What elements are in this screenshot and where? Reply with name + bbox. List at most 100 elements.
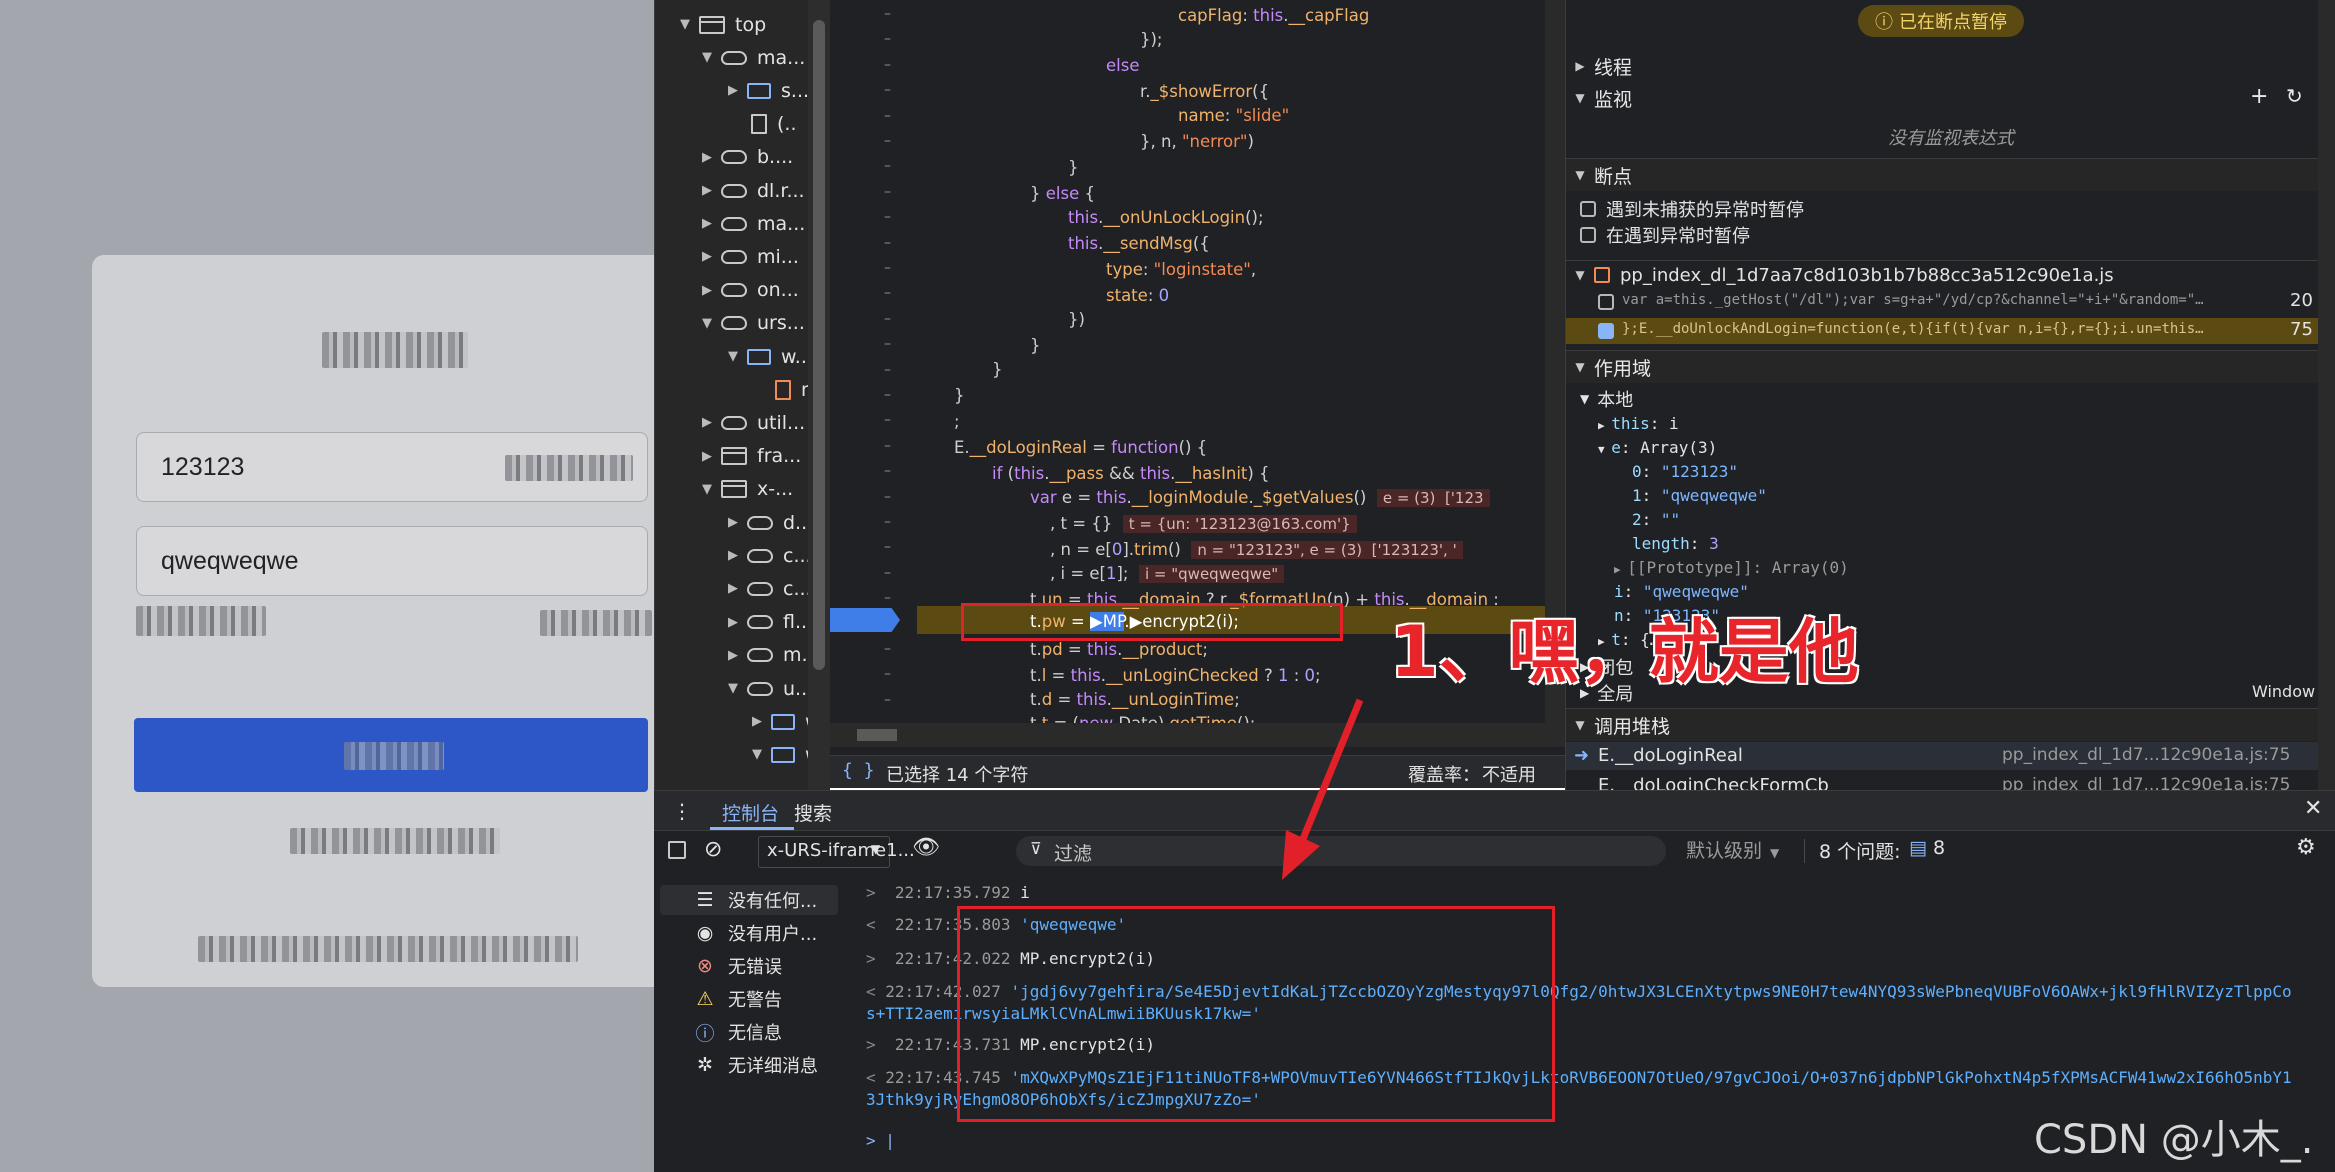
sidebar-item-messages[interactable]: ☰ 没有任何... <box>694 885 817 915</box>
sidebar-item-user-messages[interactable]: ◉ 没有用户... <box>694 918 817 948</box>
tree-node[interactable]: ▼ x-... <box>701 473 793 506</box>
sidebar-toggle-icon[interactable] <box>668 841 686 859</box>
chevron-down-icon[interactable]: ▼ <box>679 17 691 32</box>
chevron-down-icon[interactable]: ▼ <box>701 316 713 331</box>
tree-node[interactable]: (.. <box>727 108 797 141</box>
chevron-right-icon[interactable]: ▶ <box>727 83 739 98</box>
tree-node[interactable]: n <box>751 373 809 406</box>
tree-node[interactable]: ▶ ma... <box>701 207 805 240</box>
tree-node[interactable]: ▶ s... <box>727 74 809 107</box>
chevron-right-icon[interactable]: ▶ <box>701 283 713 298</box>
call-stack-section[interactable]: ▼ 调用堆栈 <box>1566 708 2335 741</box>
login-button[interactable] <box>134 718 648 792</box>
tree-node[interactable]: ▶ m... <box>727 639 809 672</box>
line-marker[interactable]: – <box>884 590 891 606</box>
watch-section[interactable]: ▼ 监视 + ↻ <box>1566 82 2335 114</box>
chevron-down-icon[interactable]: ▼ <box>701 482 713 497</box>
sidebar-item-verbose[interactable]: ✲ 无详细消息 <box>694 1050 818 1080</box>
chevron-right-icon[interactable]: ▶ <box>701 216 713 231</box>
context-selector[interactable]: x-URS-iframe1... ▼ <box>758 836 915 868</box>
line-marker[interactable]: – <box>884 336 891 352</box>
line-marker[interactable]: – <box>884 311 891 327</box>
breakpoints-section[interactable]: ▼ 断点 <box>1566 158 2335 191</box>
username-field[interactable]: 123123 <box>136 432 648 502</box>
pretty-print-icon[interactable]: { } <box>842 760 875 781</box>
line-marker[interactable]: – <box>884 57 891 73</box>
breakpoint-item-2[interactable]: };E.__doUnlockAndLogin=function(e,t){if(… <box>1566 318 2335 344</box>
chevron-right-icon[interactable]: ▶ <box>727 648 739 663</box>
tree-node[interactable]: ▼ w... <box>727 340 809 373</box>
tree-node[interactable]: ▶ c... <box>727 572 809 605</box>
tree-node[interactable]: ▶ util... <box>701 406 805 439</box>
line-marker[interactable]: – <box>884 362 891 378</box>
line-marker[interactable]: – <box>884 565 891 581</box>
tree-node[interactable]: ▶w <box>751 705 809 738</box>
scope-e-prototype[interactable]: ▶ [[Prototype]]: Array(0) <box>1614 558 1849 577</box>
tree-node[interactable]: ▶ on... <box>701 274 799 307</box>
pause-caught-option[interactable]: 在遇到异常时暂停 <box>1580 222 1750 248</box>
line-marker[interactable]: – <box>884 260 891 276</box>
file-tree-scrollbar[interactable] <box>808 0 830 790</box>
call-stack-frame-2[interactable]: E.__doLoginCheckFormCb pp_index_dl_1d7..… <box>1566 772 2335 790</box>
chevron-right-icon[interactable]: ▶ <box>727 515 739 530</box>
line-marker[interactable]: – <box>884 6 891 22</box>
log-level-dropdown[interactable]: 默认级别 ▼ <box>1686 836 1779 863</box>
tree-node[interactable]: ▶ b.... <box>701 141 793 174</box>
breakpoint-item-1[interactable]: var a=this._getHost("/dl");var s=g+a+"/y… <box>1566 290 2335 314</box>
tree-node[interactable]: ▶ c... <box>727 539 809 572</box>
line-marker[interactable]: – <box>884 438 891 454</box>
scope-local[interactable]: ▼ 本地 <box>1580 386 1633 412</box>
chevron-right-icon[interactable]: ▶ <box>727 615 739 630</box>
scope-this[interactable]: ▶ this: i <box>1598 414 1679 433</box>
editor-horizontal-scrollbar[interactable] <box>830 723 1565 747</box>
chevron-right-icon[interactable]: ▶ <box>701 183 713 198</box>
chevron-down-icon[interactable]: ▼ <box>701 50 713 65</box>
breakpoint-2-checkbox[interactable] <box>1598 323 1614 339</box>
drawer-menu-icon[interactable]: ⋮ <box>672 799 692 823</box>
settings-gear-icon[interactable]: ⚙ <box>2296 835 2316 860</box>
chevron-down-icon[interactable]: ▼ <box>727 349 739 364</box>
line-marker[interactable]: – <box>884 641 891 657</box>
pause-uncaught-option[interactable]: 遇到未捕获的异常时暂停 <box>1580 196 1804 222</box>
chevron-right-icon[interactable]: ▶ <box>701 150 713 165</box>
line-marker[interactable]: – <box>884 158 891 174</box>
threads-section[interactable]: ▶ 线程 <box>1566 50 2335 82</box>
add-watch-icon[interactable]: + <box>2250 84 2268 109</box>
chevron-down-icon[interactable]: ▼ <box>727 681 739 696</box>
refresh-icon[interactable]: ↻ <box>2286 84 2303 108</box>
console-prompt[interactable]: > | <box>866 1131 895 1150</box>
line-marker[interactable]: – <box>884 514 891 530</box>
chevron-right-icon[interactable]: ▶ <box>727 548 739 563</box>
sidebar-item-warnings[interactable]: ⚠ 无警告 <box>694 984 782 1014</box>
sidebar-item-info[interactable]: ⓘ 无信息 <box>694 1017 782 1047</box>
chevron-right-icon[interactable]: ▶ <box>701 449 713 464</box>
tree-node[interactable]: ▶ d... <box>727 506 809 539</box>
tree-node[interactable]: ▼ top <box>679 8 766 41</box>
scope-section[interactable]: ▼ 作用域 <box>1566 350 2335 383</box>
call-stack-frame-1[interactable]: ➜ E.__doLoginReal pp_index_dl_1d7...12c9… <box>1566 742 2335 770</box>
tree-node[interactable]: ▶ fra... <box>701 440 801 473</box>
scope-e[interactable]: ▼ e: Array(3) <box>1598 438 1717 457</box>
pause-caught-checkbox[interactable] <box>1580 227 1596 243</box>
line-marker[interactable]: – <box>884 692 891 708</box>
debugger-scrollbar[interactable] <box>2318 0 2335 790</box>
console-entry[interactable]: > 22:17:35.792 i <box>866 883 1030 902</box>
close-drawer-icon[interactable]: ✕ <box>2304 796 2322 821</box>
tree-node[interactable]: ▼w <box>751 738 809 771</box>
breakpoint-file-row[interactable]: ▼ pp_index_dl_1d7aa7c8d103b1b7b88cc3a512… <box>1566 260 2335 289</box>
line-marker[interactable]: – <box>884 31 891 47</box>
chevron-right-icon[interactable]: ▶ <box>701 415 713 430</box>
password-field[interactable]: qweqweqwe <box>136 526 648 596</box>
line-marker[interactable]: – <box>884 489 891 505</box>
tree-node[interactable]: ▶ fl... <box>727 606 809 639</box>
chevron-right-icon[interactable]: ▶ <box>701 249 713 264</box>
tree-node[interactable]: ▼ urs... <box>701 307 805 340</box>
tab-search[interactable]: 搜索 <box>794 799 832 826</box>
issues-count[interactable]: 8 <box>1933 837 1945 859</box>
line-marker[interactable]: – <box>884 412 891 428</box>
line-marker[interactable]: – <box>884 666 891 682</box>
line-marker[interactable]: – <box>884 387 891 403</box>
breakpoint-marker[interactable] <box>830 608 900 632</box>
line-marker[interactable]: – <box>884 108 891 124</box>
line-marker[interactable]: – <box>884 184 891 200</box>
